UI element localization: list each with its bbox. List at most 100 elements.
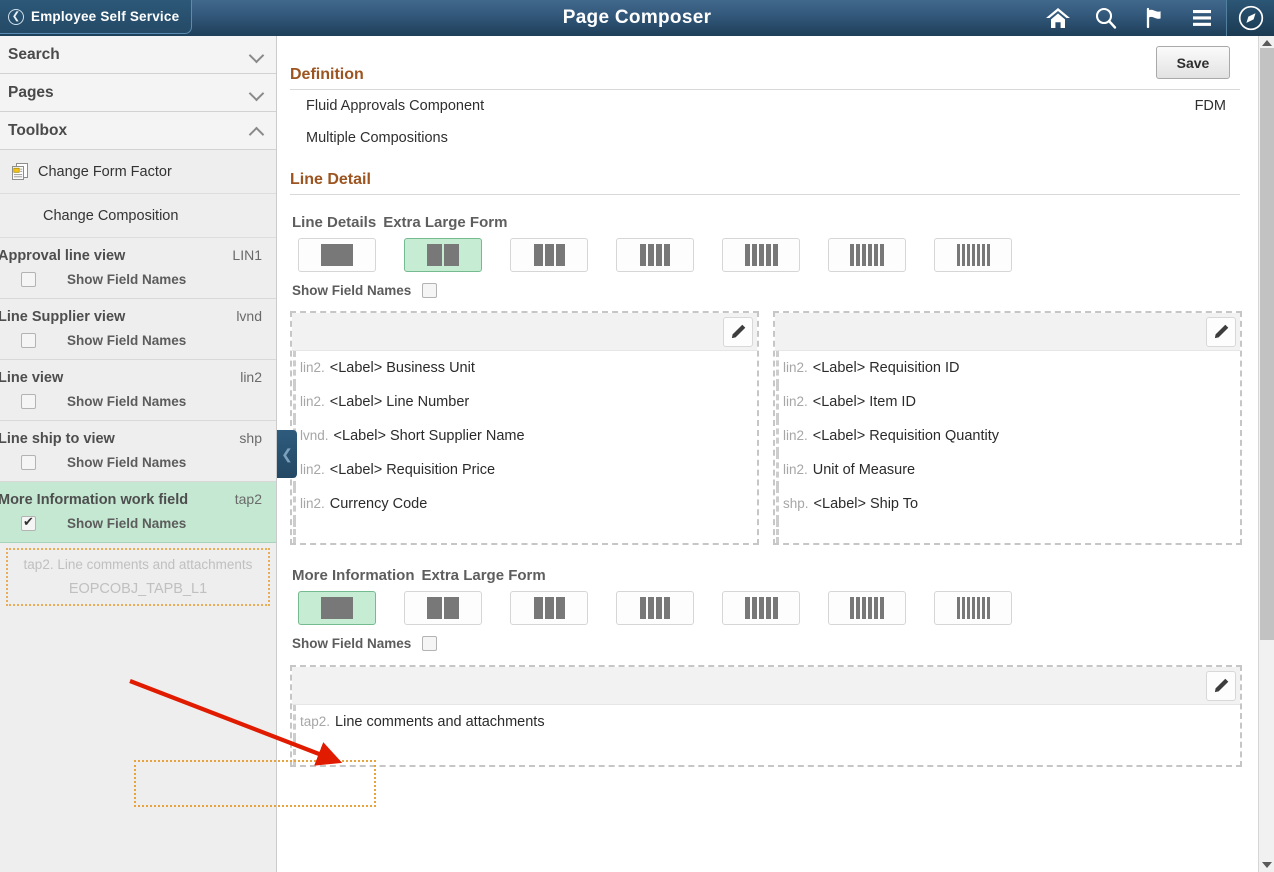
sidebar-panel-search[interactable]: Search bbox=[0, 36, 276, 74]
line-detail-dropzones: lin2. <Label> Business Unit lin2. <Label> … bbox=[278, 298, 1258, 545]
field-label: <Label> Item ID bbox=[812, 394, 916, 410]
sidebar-view-code: lin2 bbox=[240, 369, 262, 385]
column-layout-4[interactable] bbox=[616, 591, 694, 625]
field-prefix: lin2. bbox=[300, 394, 325, 409]
show-field-names-checkbox[interactable] bbox=[21, 272, 36, 287]
field-row[interactable]: lin2. <Label> Requisition Quantity bbox=[776, 419, 1240, 453]
sidebar-view-title: Line view lin2 bbox=[0, 360, 276, 388]
sidebar-view-approval-line-view[interactable]: Approval line view LIN1 Show Field Names bbox=[0, 238, 276, 299]
sidebar-view-code: tap2 bbox=[234, 491, 262, 507]
field-row[interactable]: lin2. <Label> Business Unit bbox=[293, 351, 757, 385]
scroll-down-arrow[interactable] bbox=[1259, 858, 1274, 872]
show-field-names-checkbox[interactable] bbox=[21, 394, 36, 409]
more-information-form-name: More Information bbox=[292, 567, 415, 584]
dropzone-empty-slot[interactable] bbox=[293, 521, 757, 543]
show-field-names-row[interactable]: Show Field Names bbox=[0, 449, 276, 481]
show-field-names-row[interactable]: Show Field Names bbox=[0, 327, 276, 359]
line-detail-show-field-names-row[interactable]: Show Field Names bbox=[278, 272, 1258, 298]
tool-change-form-factor[interactable]: Change Form Factor bbox=[0, 150, 276, 194]
scrollbar-thumb[interactable] bbox=[1260, 48, 1274, 640]
line-detail-show-field-names-checkbox[interactable] bbox=[422, 283, 438, 298]
sidebar-view-line-view[interactable]: Line view lin2 Show Field Names bbox=[0, 360, 276, 421]
field-prefix: lin2. bbox=[783, 394, 808, 409]
sidebar-view-code: shp bbox=[239, 430, 262, 446]
field-row[interactable]: lin2. <Label> Item ID bbox=[776, 385, 1240, 419]
show-field-names-row[interactable]: Show Field Names bbox=[0, 510, 276, 542]
sidebar-view-line-supplier-view[interactable]: Line Supplier view lvnd Show Field Names bbox=[0, 299, 276, 360]
sidebar-panel-pages[interactable]: Pages bbox=[0, 74, 276, 112]
definition-section: Definition Fluid Approvals Component FDM… bbox=[278, 36, 1258, 154]
column-layout-1[interactable] bbox=[298, 238, 376, 272]
definition-row-label: Fluid Approvals Component bbox=[306, 98, 485, 114]
home-icon[interactable] bbox=[1034, 0, 1082, 36]
show-field-names-row[interactable]: Show Field Names bbox=[0, 266, 276, 298]
pencil-icon bbox=[1214, 678, 1228, 693]
column-layout-2[interactable] bbox=[404, 591, 482, 625]
sidebar-view-line-ship-to-view[interactable]: Line ship to view shp Show Field Names bbox=[0, 421, 276, 482]
line-detail-section-title: Line Detail bbox=[290, 171, 371, 188]
field-row[interactable]: lin2. <Label> Requisition ID bbox=[776, 351, 1240, 385]
field-row[interactable]: lin2. <Label> Line Number bbox=[293, 385, 757, 419]
sidebar-view-name: Line Supplier view bbox=[0, 309, 126, 325]
back-tab-label: Employee Self Service bbox=[31, 9, 180, 24]
column-layout-5[interactable] bbox=[722, 238, 800, 272]
column-layout-6[interactable] bbox=[828, 591, 906, 625]
chevron-down-icon bbox=[250, 88, 264, 97]
column-layout-5[interactable] bbox=[722, 591, 800, 625]
show-field-names-checkbox[interactable] bbox=[21, 455, 36, 470]
column-layout-7[interactable] bbox=[934, 591, 1012, 625]
dropzone-empty-slot[interactable] bbox=[293, 739, 1240, 765]
field-prefix: tap2. bbox=[300, 714, 331, 729]
show-field-names-label: Show Field Names bbox=[67, 394, 187, 409]
field-label: Line comments and attachments bbox=[335, 714, 545, 730]
more-information-show-field-names-checkbox[interactable] bbox=[422, 636, 438, 651]
line-detail-dropzone-column-1[interactable]: lin2. <Label> Business Unit lin2. <Label> … bbox=[290, 311, 759, 545]
form-factor-icon bbox=[10, 161, 38, 182]
column-layout-6[interactable] bbox=[828, 238, 906, 272]
column-layout-2[interactable] bbox=[404, 238, 482, 272]
edit-column-button[interactable] bbox=[723, 316, 753, 347]
edit-column-button[interactable] bbox=[1206, 670, 1236, 701]
pencil-icon bbox=[731, 324, 745, 339]
back-to-employee-self-service-tab[interactable]: ❮ Employee Self Service bbox=[0, 0, 192, 34]
sidebar-view-title: Approval line view LIN1 bbox=[0, 238, 276, 266]
sidebar-view-code: LIN1 bbox=[232, 247, 262, 263]
more-information-column-layout-row bbox=[278, 584, 1258, 625]
field-row[interactable]: shp. <Label> Ship To bbox=[776, 487, 1240, 521]
hamburger-menu-icon[interactable] bbox=[1178, 0, 1226, 36]
field-row[interactable]: lin2. <Label> Requisition Price bbox=[293, 453, 757, 487]
sidebar-collapse-handle[interactable]: ❮ bbox=[277, 430, 297, 478]
edit-column-button[interactable] bbox=[1206, 316, 1236, 347]
tool-change-composition[interactable]: Change Composition bbox=[0, 194, 276, 238]
sidebar-panel-toolbox[interactable]: Toolbox bbox=[0, 112, 276, 150]
field-row[interactable]: tap2. Line comments and attachments bbox=[293, 705, 1240, 739]
save-button-wrapper: Save bbox=[1156, 46, 1230, 79]
sidebar-view-name: Line ship to view bbox=[0, 431, 115, 447]
line-detail-dropzone-column-2[interactable]: lin2. <Label> Requisition ID lin2. <Label>… bbox=[773, 311, 1242, 545]
show-field-names-checkbox[interactable] bbox=[21, 514, 36, 531]
show-field-names-checkbox[interactable] bbox=[21, 333, 36, 348]
sidebar-view-more-information-work-field[interactable]: More Information work field tap2 Show Fi… bbox=[0, 482, 276, 543]
more-information-show-field-names-row[interactable]: Show Field Names bbox=[278, 625, 1258, 651]
field-row[interactable]: lin2. Currency Code bbox=[293, 487, 757, 521]
column-layout-3[interactable] bbox=[510, 591, 588, 625]
dropzone-empty-slot[interactable] bbox=[776, 521, 1240, 543]
more-information-dropzone-column-1[interactable]: tap2. Line comments and attachments bbox=[290, 665, 1242, 767]
more-information-show-field-names-label: Show Field Names bbox=[292, 636, 412, 651]
definition-row-value: FDM bbox=[1194, 98, 1226, 114]
navbar-compass-icon[interactable] bbox=[1226, 0, 1274, 36]
field-row[interactable]: lin2. Unit of Measure bbox=[776, 453, 1240, 487]
field-row[interactable]: lvnd. <Label> Short Supplier Name bbox=[293, 419, 757, 453]
search-icon[interactable] bbox=[1082, 0, 1130, 36]
more-information-dropzones: tap2. Line comments and attachments bbox=[278, 651, 1258, 767]
show-field-names-row[interactable]: Show Field Names bbox=[0, 388, 276, 420]
flag-icon[interactable] bbox=[1130, 0, 1178, 36]
column-layout-7[interactable] bbox=[934, 238, 1012, 272]
column-layout-1[interactable] bbox=[298, 591, 376, 625]
save-button[interactable]: Save bbox=[1156, 46, 1230, 79]
sidebar-panel-search-label: Search bbox=[8, 45, 60, 63]
vertical-scrollbar[interactable] bbox=[1258, 36, 1274, 872]
column-layout-4[interactable] bbox=[616, 238, 694, 272]
column-layout-3[interactable] bbox=[510, 238, 588, 272]
dragged-field-ghost[interactable]: tap2. Line comments and attachments EOPC… bbox=[6, 548, 270, 606]
